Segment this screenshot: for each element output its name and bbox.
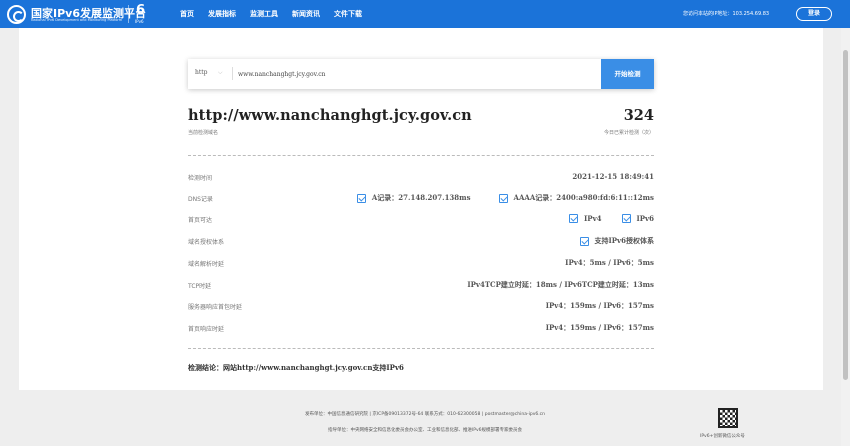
result-card: http ⌵ 开始检测 http://www.nanchanghgt.jcy.g… (19, 28, 823, 390)
divider-bottom (188, 348, 654, 349)
nav-item-home[interactable]: 首页 (180, 9, 194, 19)
badge-text: IPv6 (135, 19, 144, 24)
main-nav: 首页 发展指标 监测工具 新闻资讯 文件下载 (180, 9, 362, 19)
conclusion-text: 检测结论：网站http://www.nanchanghgt.jcy.gov.cn… (188, 363, 404, 372)
badge-number: 6 (136, 3, 146, 18)
row-label-first-packet: 服务器响应首包时延 (188, 304, 243, 311)
row-label-resolve: 域名解析时延 (188, 261, 225, 268)
checked-domain-label: 当前检测域名 (188, 130, 219, 136)
check-icon (498, 193, 508, 203)
check-count-label: 今日已累计检测（次） (603, 130, 654, 136)
checked-domain: http://www.nanchanghgt.jcy.gov.cn (188, 107, 472, 124)
visitor-ip-text: 您访问本站的IP地址：103.254.69.83 (683, 11, 770, 17)
row-value-dns: A记录：27.148.207.138ms AAAA记录：2400:a980:fd… (356, 193, 654, 203)
row-value-resolve: IPv4：5ms / IPv6：5ms (565, 258, 654, 267)
ipv6-badge-icon: 6 IPv6 (134, 3, 150, 25)
input-separator (232, 67, 233, 80)
qr-code-label: IPv6+创新微信公众号 (700, 434, 745, 439)
check-count: 324 (623, 107, 654, 124)
homepage-ipv6: IPv6 (636, 214, 654, 223)
vertical-scrollbar[interactable] (841, 28, 850, 446)
nav-item-news[interactable]: 新闻资讯 (292, 9, 320, 19)
start-check-button[interactable]: 开始检测 (601, 59, 654, 89)
protocol-select[interactable]: http (195, 69, 208, 76)
search-bar: http ⌵ 开始检测 (188, 59, 654, 89)
row-value-first-page: IPv4：159ms / IPv6：157ms (545, 323, 654, 332)
row-value-homepage: IPv4 IPv6 (569, 214, 654, 223)
homepage-ipv4: IPv4 (584, 214, 602, 223)
row-label-first-page: 首页响应时延 (188, 326, 225, 333)
dns-aaaa-record: AAAA记录：2400:a980:fd:6:11::12ms (513, 193, 654, 202)
nav-item-indicators[interactable]: 发展指标 (208, 9, 236, 19)
scrollbar-thumb[interactable] (843, 50, 848, 380)
row-value-authority: 支持IPv6授权体系 (579, 236, 654, 246)
check-icon (621, 214, 631, 223)
row-label-homepage: 首页可达 (188, 217, 213, 224)
top-header: 国家IPv6发展监测平台 National IPv6 Development a… (0, 0, 850, 28)
row-label-tcp: TCP时延 (188, 283, 212, 290)
nav-item-tools[interactable]: 监测工具 (250, 9, 278, 19)
check-icon (356, 193, 366, 203)
row-label-dns: DNS记录 (188, 196, 213, 203)
row-value-tcp: IPv4TCP建立时延：18ms / IPv6TCP建立时延：13ms (467, 280, 654, 289)
authority-text: 支持IPv6授权体系 (594, 236, 654, 245)
qr-code-icon (718, 408, 738, 428)
url-input[interactable] (238, 67, 593, 81)
row-label-authority: 域名授权体系 (188, 239, 225, 246)
divider-top (188, 155, 654, 156)
row-label-time: 检测时间 (188, 175, 213, 182)
nav-item-downloads[interactable]: 文件下载 (334, 9, 362, 19)
logo-divider (128, 5, 129, 23)
logo-subtitle: National IPv6 Development and Monitoring… (31, 18, 123, 22)
dns-a-record: A记录：27.148.207.138ms (371, 193, 471, 202)
check-icon (579, 236, 589, 246)
login-button[interactable]: 登录 (796, 7, 832, 21)
row-value-first-packet: IPv4：159ms / IPv6：157ms (545, 301, 654, 310)
chevron-down-icon[interactable]: ⌵ (218, 69, 223, 77)
check-icon (569, 214, 579, 223)
platform-logo-icon[interactable] (7, 5, 26, 24)
row-value-time: 2021-12-15 18:49:41 (572, 172, 654, 181)
